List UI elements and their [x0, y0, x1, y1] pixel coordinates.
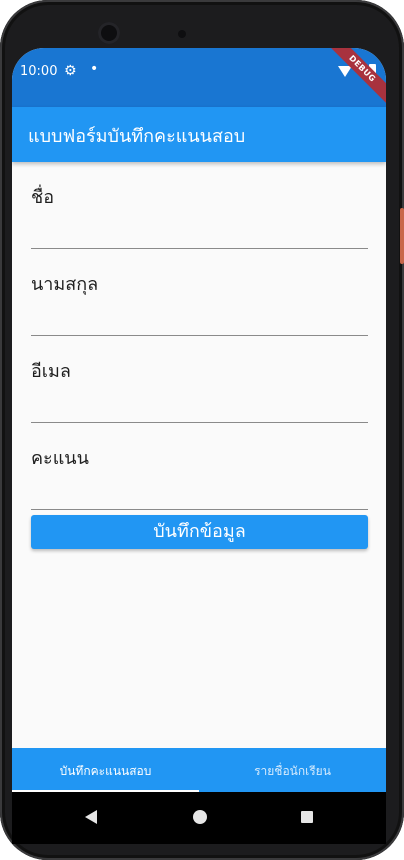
- tab-record-scores[interactable]: บันทึกคะแนนสอบ: [12, 748, 199, 792]
- last-name-label: นามสกุล: [31, 274, 99, 295]
- score-form: ชื่อ นามสกุล อีเมล คะแนน: [31, 162, 368, 510]
- score-label: คะแนน: [31, 448, 89, 469]
- status-bar: 10:00 ⚙ • DEBUG: [12, 48, 386, 107]
- system-nav-bar: [12, 792, 386, 844]
- first-name-label: ชื่อ: [31, 187, 55, 208]
- recent-apps-icon[interactable]: [301, 811, 313, 823]
- back-icon[interactable]: [85, 810, 97, 824]
- score-input[interactable]: [31, 475, 368, 505]
- app-bar: แบบฟอร์มบันทึกคะแนนสอบ: [12, 107, 386, 162]
- notification-dot-icon: •: [90, 61, 99, 77]
- sensor: [178, 30, 186, 38]
- side-button: [400, 208, 404, 264]
- page-title: แบบฟอร์มบันทึกคะแนนสอบ: [28, 126, 246, 147]
- app-screen: 10:00 ⚙ • DEBUG แบบฟอร์มบันทึกคะแนนสอบ ช…: [12, 48, 386, 792]
- email-input[interactable]: [31, 388, 368, 418]
- save-button[interactable]: บันทึกข้อมูล: [31, 515, 368, 549]
- last-name-input[interactable]: [31, 301, 368, 331]
- home-icon[interactable]: [193, 810, 207, 824]
- first-name-field: ชื่อ: [31, 162, 368, 249]
- tab-student-list[interactable]: รายชื่อนักเรียน: [199, 748, 386, 792]
- debug-banner: DEBUG: [324, 48, 386, 107]
- front-camera: [98, 22, 120, 44]
- status-time: 10:00: [20, 64, 58, 79]
- email-label: อีเมล: [31, 361, 71, 382]
- settings-gear-icon: ⚙: [64, 63, 77, 79]
- phone-frame: 10:00 ⚙ • DEBUG แบบฟอร์มบันทึกคะแนนสอบ ช…: [0, 0, 404, 860]
- first-name-input[interactable]: [31, 214, 368, 244]
- bottom-tab-bar: บันทึกคะแนนสอบ รายชื่อนักเรียน: [12, 748, 386, 792]
- last-name-field: นามสกุล: [31, 249, 368, 336]
- email-field: อีเมล: [31, 336, 368, 423]
- score-field: คะแนน: [31, 423, 368, 510]
